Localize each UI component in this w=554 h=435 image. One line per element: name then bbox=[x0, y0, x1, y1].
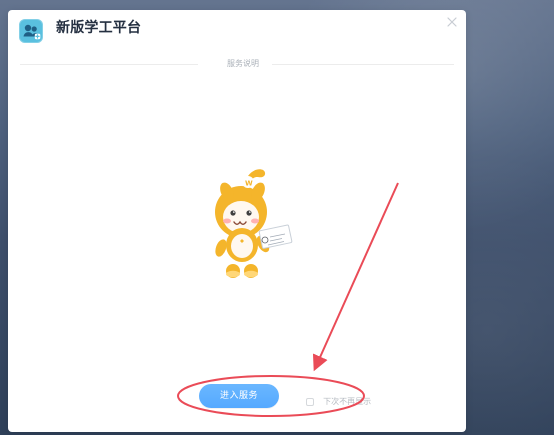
mascot-icon: W bbox=[215, 169, 293, 278]
section-divider-left bbox=[20, 64, 198, 65]
section-title: 服务说明 bbox=[227, 59, 259, 68]
close-button[interactable] bbox=[445, 15, 459, 29]
close-icon bbox=[447, 17, 457, 27]
dont-show-again-option: 下次不再显示 bbox=[306, 391, 372, 406]
user-group-icon bbox=[19, 19, 43, 43]
svg-text:W: W bbox=[245, 180, 253, 188]
section-divider: 服务说明 bbox=[20, 58, 454, 70]
enter-service-button[interactable]: 进入服务 bbox=[199, 384, 279, 408]
mascot-illustration: W bbox=[193, 168, 303, 284]
section-divider-right bbox=[272, 64, 454, 65]
dialog-header: 新版学工平台 bbox=[8, 10, 466, 48]
dont-show-again-label: 下次不再显示 bbox=[323, 396, 372, 406]
service-dialog: 新版学工平台 服务说明 W 进入服务 下次不再显示 bbox=[8, 10, 466, 432]
dialog-title: 新版学工平台 bbox=[56, 20, 142, 36]
dont-show-again-checkbox[interactable] bbox=[306, 397, 314, 406]
